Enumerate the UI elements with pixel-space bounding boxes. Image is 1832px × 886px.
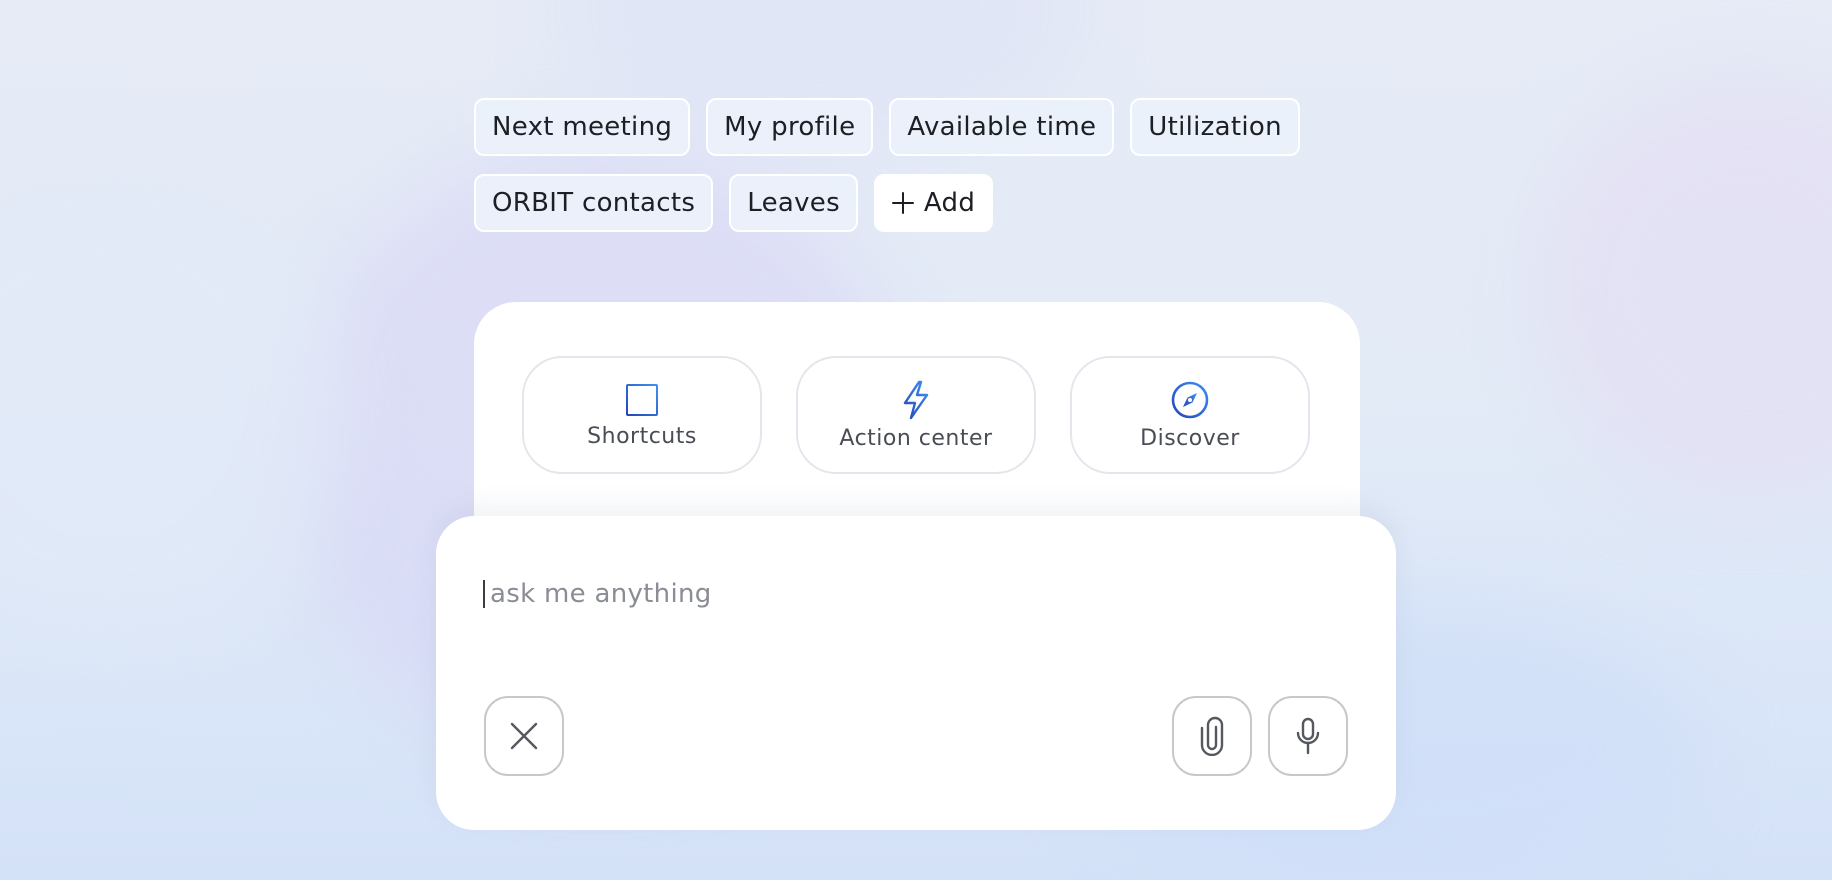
text-caret xyxy=(483,580,485,608)
microphone-icon xyxy=(1296,717,1320,755)
plus-icon xyxy=(891,192,914,214)
lightning-icon xyxy=(903,380,929,419)
shortcuts-button[interactable]: Shortcuts xyxy=(522,356,762,474)
voice-input-button[interactable] xyxy=(1268,696,1348,776)
chip-utilization[interactable]: Utilization xyxy=(1130,98,1300,156)
discover-label: Discover xyxy=(1140,425,1240,451)
chip-my-profile[interactable]: My profile xyxy=(706,98,874,156)
compass-icon xyxy=(1171,381,1209,418)
quick-chip-row: ORBIT contacts Leaves Add xyxy=(474,174,994,232)
background-blob xyxy=(0,180,340,640)
chip-next-meeting[interactable]: Next meeting xyxy=(474,98,691,156)
ask-input[interactable] xyxy=(490,572,1190,616)
attach-button[interactable] xyxy=(1172,696,1252,776)
close-icon xyxy=(510,722,538,750)
action-center-label: Action center xyxy=(839,425,993,451)
clear-button[interactable] xyxy=(484,696,564,776)
background-blob xyxy=(1540,80,1832,500)
discover-button[interactable]: Discover xyxy=(1070,356,1310,474)
quick-chip-row: Next meeting My profile Available time U… xyxy=(474,98,1300,156)
shortcuts-label: Shortcuts xyxy=(587,423,697,449)
chat-input-card xyxy=(436,516,1396,830)
add-chip-button[interactable]: Add xyxy=(873,174,994,232)
grid-icon xyxy=(626,383,658,416)
chip-leaves[interactable]: Leaves xyxy=(729,174,858,232)
action-center-button[interactable]: Action center xyxy=(796,356,1036,474)
paperclip-icon xyxy=(1200,716,1224,756)
chip-orbit-contacts[interactable]: ORBIT contacts xyxy=(474,174,714,232)
add-chip-label: Add xyxy=(923,188,976,218)
chip-available-time[interactable]: Available time xyxy=(889,98,1115,156)
